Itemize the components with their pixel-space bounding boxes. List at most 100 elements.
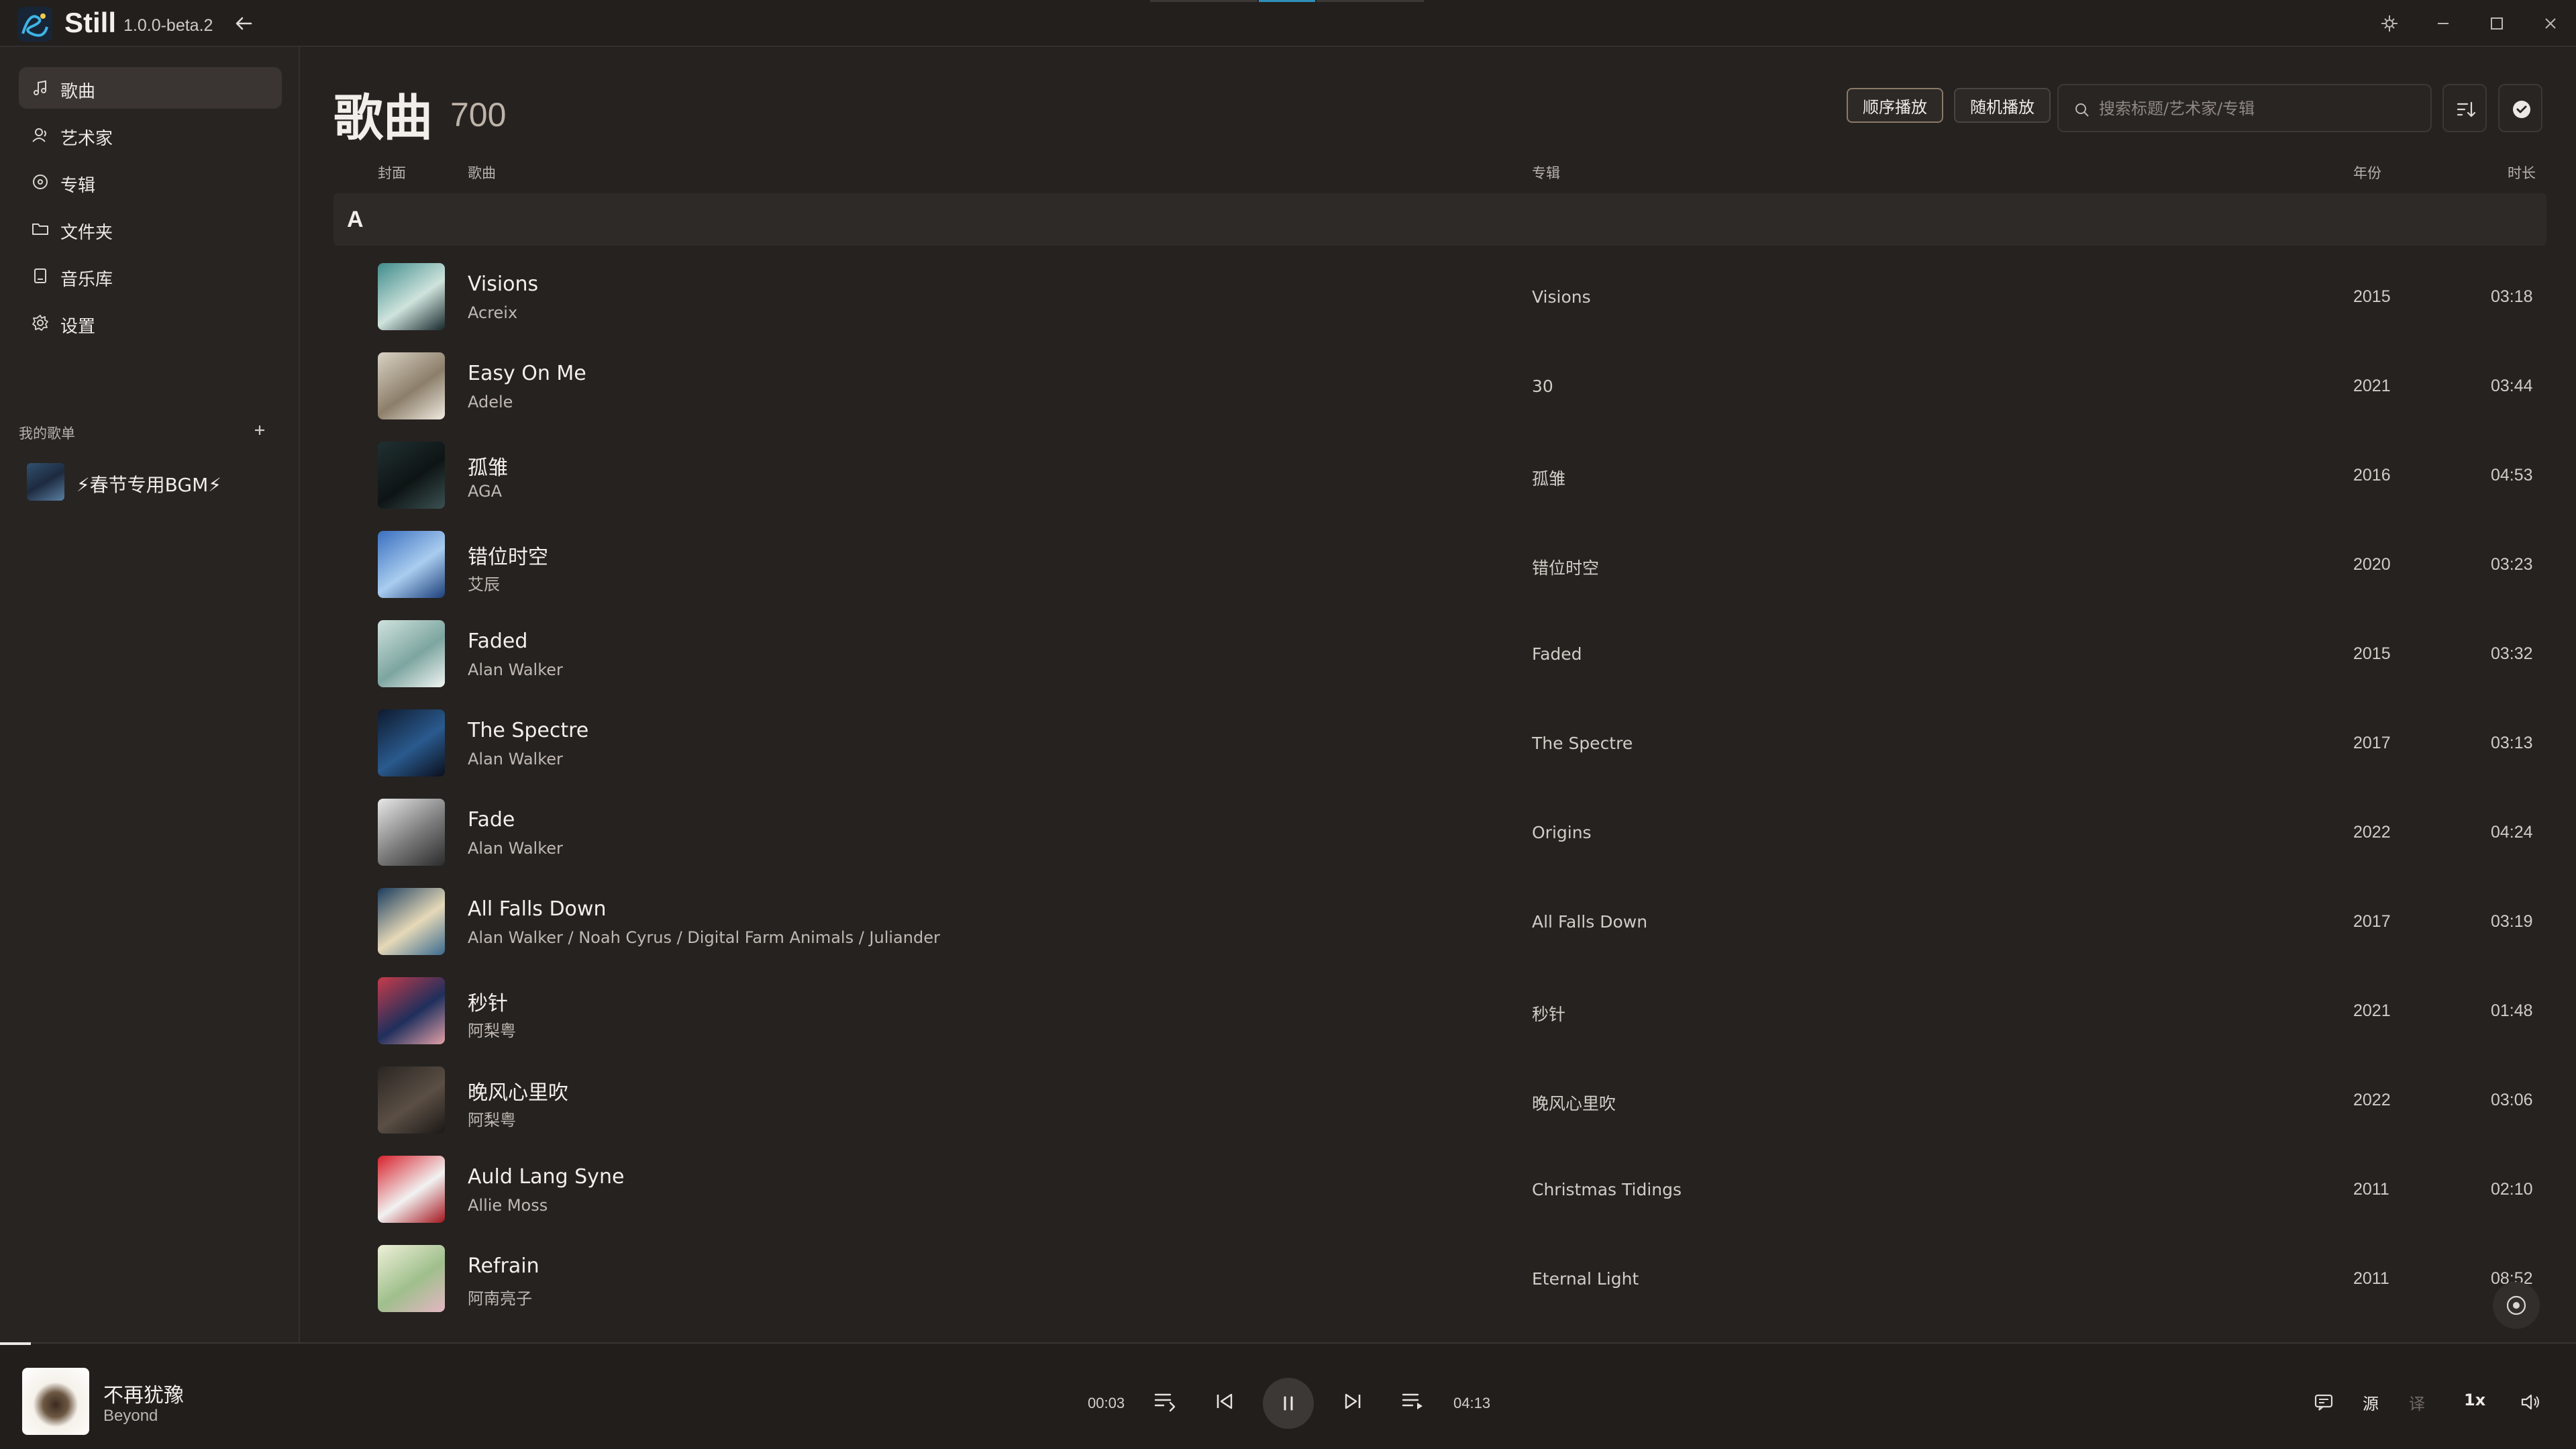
song-album[interactable]: 孤雏 xyxy=(1532,466,1565,490)
song-album[interactable]: 晚风心里吹 xyxy=(1532,1091,1616,1115)
maximize-button[interactable] xyxy=(2483,9,2511,38)
lyrics-button[interactable] xyxy=(2312,1391,2335,1415)
song-artist[interactable]: Alan Walker xyxy=(468,660,563,679)
song-row[interactable]: Fade Alan Walker Origins 2022 04:24 xyxy=(301,791,2576,880)
song-row[interactable]: 秒针 阿梨粤 秒针 2021 01:48 xyxy=(301,969,2576,1058)
column-header-year[interactable]: 年份 xyxy=(2353,162,2381,183)
song-cover xyxy=(378,799,445,866)
song-artist[interactable]: Alan Walker xyxy=(468,839,563,858)
song-row[interactable]: 孤雏 AGA 孤雏 2016 04:53 xyxy=(301,434,2576,523)
song-row[interactable]: Easy On Me Adele 30 2021 03:44 xyxy=(301,344,2576,434)
song-album[interactable]: 错位时空 xyxy=(1532,555,1599,579)
volume-button[interactable] xyxy=(2519,1391,2542,1415)
song-year: 2011 xyxy=(2353,1269,2389,1288)
song-title: Easy On Me xyxy=(468,362,586,385)
next-button[interactable] xyxy=(1338,1387,1368,1416)
song-row[interactable]: 错位时空 艾辰 错位时空 2020 03:23 xyxy=(301,523,2576,612)
column-header-song[interactable]: 歌曲 xyxy=(468,162,496,183)
song-artist[interactable]: 阿梨粤 xyxy=(468,1017,516,1041)
song-album[interactable]: Christmas Tidings xyxy=(1532,1180,1682,1199)
song-row[interactable]: Visions Acreix Visions 2015 03:18 xyxy=(301,255,2576,344)
song-row[interactable]: Auld Lang Syne Allie Moss Christmas Tiding… xyxy=(301,1148,2576,1237)
song-row[interactable]: Refrain 阿南亮子 Eternal Light 2011 08:52 xyxy=(301,1237,2576,1326)
select-mode-button[interactable] xyxy=(2498,84,2542,132)
song-year: 2017 xyxy=(2353,912,2391,931)
sidebar-item-settings[interactable]: 设置 xyxy=(19,302,282,344)
sidebar-item-library[interactable]: 音乐库 xyxy=(19,255,282,297)
play-mode-button[interactable] xyxy=(1150,1387,1180,1416)
tab-indicator xyxy=(1150,0,1257,2)
song-row[interactable]: The Spectre Alan Walker The Spectre 2017 03:… xyxy=(301,701,2576,791)
playlist-name: ⚡春节专用BGM⚡ xyxy=(76,474,221,496)
song-duration: 03:32 xyxy=(2491,644,2533,663)
song-artist[interactable]: Adele xyxy=(468,393,513,411)
now-playing-title: 不再犹豫 xyxy=(103,1384,184,1407)
song-cover xyxy=(378,531,445,598)
library-icon xyxy=(31,266,50,285)
song-album[interactable]: Origins xyxy=(1532,823,1592,842)
search-input[interactable] xyxy=(2099,96,2421,121)
folder-icon xyxy=(31,219,50,238)
add-playlist-button[interactable] xyxy=(250,420,270,440)
song-artist[interactable]: 艾辰 xyxy=(468,571,500,595)
song-artist[interactable]: Allie Moss xyxy=(468,1196,548,1215)
sidebar-item-albums[interactable]: 专辑 xyxy=(19,161,282,203)
song-cover xyxy=(378,977,445,1044)
queue-button[interactable] xyxy=(1398,1387,1427,1416)
still-logo-icon xyxy=(17,7,52,42)
song-artist[interactable]: Alan Walker xyxy=(468,750,563,768)
song-year: 2017 xyxy=(2353,734,2391,752)
disc-icon xyxy=(31,172,50,191)
song-duration: 04:53 xyxy=(2491,466,2533,485)
plus-icon xyxy=(255,426,264,435)
lyrics-translate-toggle[interactable]: 译 xyxy=(2409,1391,2425,1415)
locate-icon xyxy=(2506,1295,2526,1315)
playlist-item[interactable]: ⚡春节专用BGM⚡ xyxy=(24,462,279,503)
song-album[interactable]: 30 xyxy=(1532,377,1553,396)
sequential-play-button[interactable]: 顺序播放 xyxy=(1847,88,1943,123)
song-row[interactable]: Faded Alan Walker Faded 2015 03:32 xyxy=(301,612,2576,701)
search-icon xyxy=(2073,101,2091,119)
pause-button[interactable] xyxy=(1263,1378,1314,1429)
app-name: Still xyxy=(64,7,117,38)
back-button[interactable] xyxy=(232,12,255,35)
song-artist[interactable]: Alan Walker / Noah Cyrus / Digital Farm … xyxy=(468,928,940,947)
arrow-left-icon xyxy=(236,17,252,30)
column-header-cover: 封面 xyxy=(378,165,406,181)
pin-button[interactable] xyxy=(2375,9,2404,38)
close-button[interactable] xyxy=(2536,9,2565,38)
minimize-button[interactable] xyxy=(2429,9,2457,38)
song-artist[interactable]: 阿梨粤 xyxy=(468,1107,516,1130)
song-cover xyxy=(378,1066,445,1134)
song-year: 2021 xyxy=(2353,377,2391,395)
song-album[interactable]: All Falls Down xyxy=(1532,912,1647,932)
locate-current-button[interactable] xyxy=(2493,1282,2540,1329)
sort-button[interactable] xyxy=(2442,84,2487,132)
playback-speed-button[interactable]: 1x xyxy=(2464,1391,2485,1415)
sidebar-item-artists[interactable]: 艺术家 xyxy=(19,114,282,156)
song-artist[interactable]: AGA xyxy=(468,482,502,501)
song-row[interactable]: All Falls Down Alan Walker / Noah Cyrus /… xyxy=(301,880,2576,969)
now-playing-cover[interactable] xyxy=(22,1368,89,1435)
song-cover xyxy=(378,442,445,509)
song-artist[interactable]: Acreix xyxy=(468,303,517,322)
song-artist[interactable]: 阿南亮子 xyxy=(468,1285,532,1309)
sidebar-item-label: 艺术家 xyxy=(60,129,113,149)
lyrics-source-toggle[interactable]: 源 xyxy=(2363,1391,2379,1415)
column-header-duration[interactable]: 时长 xyxy=(2508,162,2536,183)
column-header-album[interactable]: 专辑 xyxy=(1532,162,1560,183)
playback-progress[interactable] xyxy=(0,1342,32,1345)
volume-icon xyxy=(2521,1394,2539,1410)
song-album[interactable]: 秒针 xyxy=(1532,1001,1565,1026)
song-album[interactable]: Eternal Light xyxy=(1532,1269,1639,1289)
sidebar-item-folders[interactable]: 文件夹 xyxy=(19,208,282,250)
song-year: 2022 xyxy=(2353,823,2391,842)
sidebar-item-songs[interactable]: 歌曲 xyxy=(19,67,282,109)
shuffle-play-button[interactable]: 随机播放 xyxy=(1954,88,2051,123)
song-album[interactable]: The Spectre xyxy=(1532,734,1633,753)
song-album[interactable]: Faded xyxy=(1532,644,1582,664)
song-row[interactable]: 晚风心里吹 阿梨粤 晚风心里吹 2022 03:06 xyxy=(301,1058,2576,1148)
song-year: 2016 xyxy=(2353,466,2391,485)
previous-button[interactable] xyxy=(1210,1387,1239,1416)
song-album[interactable]: Visions xyxy=(1532,287,1591,307)
